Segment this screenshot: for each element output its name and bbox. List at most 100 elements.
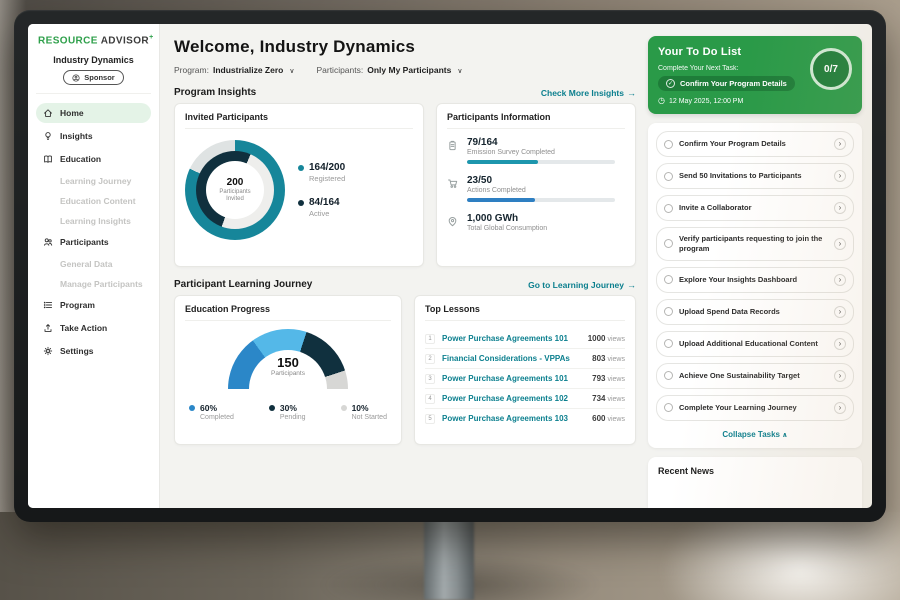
sidebar-item-take-action[interactable]: Take Action	[36, 318, 151, 338]
chevron-right-icon[interactable]	[834, 238, 846, 250]
sponsor-row: Sponsor	[36, 70, 151, 94]
sponsor-badge[interactable]: Sponsor	[63, 70, 123, 85]
task-label: Verify participants requesting to join t…	[679, 234, 828, 254]
task-send-invitations[interactable]: Send 50 Invitations to Participants	[656, 163, 854, 189]
gauge-center-label: Participants	[228, 370, 348, 377]
task-checkbox[interactable]	[664, 371, 673, 380]
legend-label: Active	[309, 209, 345, 218]
metric-actions: 23/50 Actions Completed	[447, 175, 625, 202]
next-task-pill[interactable]: Confirm Your Program Details	[658, 76, 795, 91]
chevron-right-icon[interactable]	[834, 274, 846, 286]
lesson-row: 2 Financial Considerations - VPPAs 803vi…	[425, 349, 625, 369]
program-filter[interactable]: Program: Industrialize Zero	[174, 65, 294, 75]
legend-label: Not Started	[352, 414, 387, 421]
chevron-right-icon[interactable]	[834, 370, 846, 382]
sidebar-item-program[interactable]: Program	[36, 295, 151, 315]
legend-value: 84/164	[309, 197, 340, 208]
task-checkbox[interactable]	[664, 275, 673, 284]
metric-label: Actions Completed	[467, 187, 615, 194]
logo-resource: RESOURCE	[38, 35, 98, 46]
lesson-link[interactable]: Power Purchase Agreements 103	[442, 414, 585, 423]
scene: RESOURCE ADVISOR+ Industry Dynamics Spon…	[0, 0, 900, 600]
donut-center-label: Participants Invited	[215, 189, 255, 203]
recent-news-card: Recent News	[648, 457, 862, 509]
todo-tasks-card: Confirm Your Program Details Send 50 Inv…	[648, 123, 862, 448]
task-checkbox[interactable]	[664, 140, 673, 149]
task-label: Achieve One Sustainability Target	[679, 371, 828, 381]
nav-label: Education Content	[60, 196, 136, 206]
task-explore-insights[interactable]: Explore Your Insights Dashboard	[656, 267, 854, 293]
participants-filter[interactable]: Participants: Only My Participants	[316, 65, 462, 75]
sidebar-item-participants[interactable]: Participants	[36, 232, 151, 252]
collapse-tasks-link[interactable]: Collapse Tasks	[656, 427, 854, 440]
nav-label: Education	[60, 154, 101, 164]
nav-label: Home	[60, 108, 84, 118]
metric-consumption: 1,000 GWh Total Global Consumption	[447, 213, 625, 232]
legend-dot-registered	[298, 165, 304, 171]
task-checkbox[interactable]	[664, 403, 673, 412]
lesson-row: 5 Power Purchase Agreements 103 600views	[425, 409, 625, 428]
screen: RESOURCE ADVISOR+ Industry Dynamics Spon…	[28, 24, 872, 508]
task-checkbox[interactable]	[664, 204, 673, 213]
lesson-row: 3 Power Purchase Agreements 101 793views	[425, 369, 625, 389]
task-upload-educational-content[interactable]: Upload Additional Educational Content	[656, 331, 854, 357]
legend-value: 30%	[280, 403, 297, 413]
sidebar-item-education[interactable]: Education	[36, 149, 151, 169]
sidebar-item-home[interactable]: Home	[36, 103, 151, 123]
go-to-learning-journey-link[interactable]: Go to Learning Journey	[528, 280, 636, 290]
task-confirm-program-details[interactable]: Confirm Your Program Details	[656, 131, 854, 157]
next-task-due: 12 May 2025, 12:00 PM	[658, 97, 852, 105]
task-checkbox[interactable]	[664, 172, 673, 181]
sidebar-item-insights[interactable]: Insights	[36, 126, 151, 146]
logo-advisor: ADVISOR	[101, 35, 149, 46]
lesson-link[interactable]: Power Purchase Agreements 102	[442, 394, 585, 403]
sidebar-item-general-data[interactable]: General Data	[36, 255, 151, 272]
task-label: Upload Additional Educational Content	[679, 339, 828, 349]
legend-registered: 164/200 Registered	[298, 162, 345, 183]
task-checkbox[interactable]	[664, 339, 673, 348]
legend-value: 164/200	[309, 162, 345, 173]
task-checkbox[interactable]	[664, 239, 673, 248]
metric-value: 23/50	[467, 175, 615, 186]
check-icon	[666, 79, 675, 88]
chevron-down-icon	[455, 65, 462, 75]
legend-pending: 30% Pending	[269, 403, 306, 421]
nav-label: Program	[60, 300, 95, 310]
sidebar-item-learning-journey[interactable]: Learning Journey	[36, 172, 151, 189]
participants-icon	[42, 237, 53, 248]
lesson-link[interactable]: Financial Considerations - VPPAs	[442, 354, 585, 363]
task-upload-spend-data[interactable]: Upload Spend Data Records	[656, 299, 854, 325]
todo-panel: Your To Do List 0/7 Complete Your Next T…	[648, 24, 872, 508]
actions-progress-bar	[467, 198, 615, 202]
lesson-link[interactable]: Power Purchase Agreements 101	[442, 374, 585, 383]
task-complete-learning-journey[interactable]: Complete Your Learning Journey	[656, 395, 854, 421]
check-more-insights-link[interactable]: Check More Insights	[541, 88, 636, 98]
sidebar-item-settings[interactable]: Settings	[36, 341, 151, 361]
arrow-right-icon	[627, 88, 636, 98]
chevron-right-icon[interactable]	[834, 138, 846, 150]
donut-center-value: 200	[227, 177, 244, 188]
education-gauge-chart: 150 Participants	[228, 329, 348, 391]
sidebar-item-manage-participants[interactable]: Manage Participants	[36, 275, 151, 292]
lesson-views: 734views	[592, 394, 625, 403]
legend-not-started: 10% Not Started	[341, 403, 387, 421]
clock-icon	[658, 97, 665, 105]
task-checkbox[interactable]	[664, 307, 673, 316]
todo-summary-card: Your To Do List 0/7 Complete Your Next T…	[648, 36, 862, 114]
chevron-right-icon[interactable]	[834, 402, 846, 414]
arrow-right-icon	[627, 280, 636, 290]
task-achieve-sustainability-target[interactable]: Achieve One Sustainability Target	[656, 363, 854, 389]
chevron-right-icon[interactable]	[834, 202, 846, 214]
recent-news-title: Recent News	[658, 466, 852, 476]
task-invite-collaborator[interactable]: Invite a Collaborator	[656, 195, 854, 221]
sidebar-item-education-content[interactable]: Education Content	[36, 192, 151, 209]
chevron-right-icon[interactable]	[834, 338, 846, 350]
invited-participants-card: Invited Participants 200 Participants In…	[174, 103, 424, 267]
chevron-right-icon[interactable]	[834, 306, 846, 318]
chevron-right-icon[interactable]	[834, 170, 846, 182]
program-filter-label: Program:	[174, 65, 209, 75]
sidebar-item-learning-insights[interactable]: Learning Insights	[36, 212, 151, 229]
lesson-rank: 5	[425, 414, 435, 424]
lesson-link[interactable]: Power Purchase Agreements 101	[442, 334, 581, 343]
task-verify-participants[interactable]: Verify participants requesting to join t…	[656, 227, 854, 261]
